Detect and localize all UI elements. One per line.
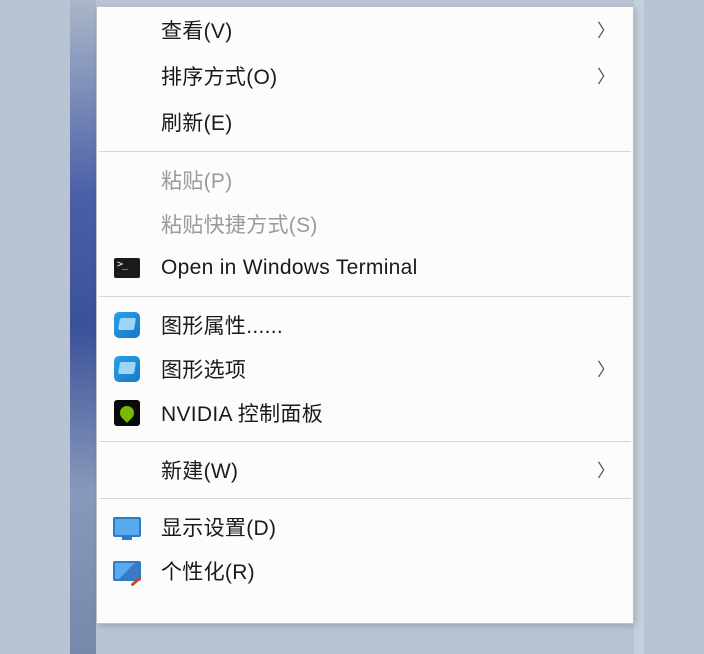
- nvidia-icon: [111, 399, 143, 427]
- menu-item-paste: 粘贴(P): [97, 158, 633, 202]
- empty-icon: [111, 456, 143, 484]
- menu-label: 图形属性......: [161, 310, 283, 340]
- intel-graphics-icon: [111, 355, 143, 383]
- chevron-right-icon: 〉: [597, 17, 615, 43]
- menu-item-personalize[interactable]: 个性化(R): [97, 549, 633, 593]
- empty-icon: [111, 16, 143, 44]
- menu-item-terminal[interactable]: Open in Windows Terminal: [97, 246, 633, 290]
- menu-label: 图形选项: [161, 354, 246, 384]
- menu-separator: [99, 151, 631, 152]
- empty-icon: [111, 62, 143, 90]
- chevron-right-icon: 〉: [597, 63, 615, 89]
- menu-separator: [99, 296, 631, 297]
- chevron-right-icon: 〉: [597, 457, 615, 483]
- desktop-background-right: [634, 0, 644, 654]
- menu-separator: [99, 441, 631, 442]
- menu-separator: [99, 498, 631, 499]
- menu-label: Open in Windows Terminal: [161, 256, 418, 280]
- menu-label: 粘贴(P): [161, 165, 233, 195]
- menu-item-graphics-properties[interactable]: 图形属性......: [97, 303, 633, 347]
- menu-item-sort[interactable]: 排序方式(O) 〉: [97, 53, 633, 99]
- empty-icon: [111, 210, 143, 238]
- menu-item-refresh[interactable]: 刷新(E): [97, 99, 633, 145]
- menu-item-graphics-options[interactable]: 图形选项 〉: [97, 347, 633, 391]
- terminal-icon: [111, 254, 143, 282]
- personalize-icon: [111, 557, 143, 585]
- menu-label: 排序方式(O): [161, 61, 277, 91]
- menu-label: 个性化(R): [161, 556, 255, 586]
- empty-icon: [111, 108, 143, 136]
- desktop-context-menu: 查看(V) 〉 排序方式(O) 〉 刷新(E) 粘贴(P) 粘贴快捷方式(S) …: [96, 6, 634, 624]
- menu-label: 刷新(E): [161, 107, 233, 137]
- menu-label: 新建(W): [161, 455, 238, 485]
- menu-item-new[interactable]: 新建(W) 〉: [97, 448, 633, 492]
- display-icon: [111, 513, 143, 541]
- menu-label: 查看(V): [161, 15, 233, 45]
- desktop-background-strip: [70, 0, 96, 654]
- menu-item-display-settings[interactable]: 显示设置(D): [97, 505, 633, 549]
- chevron-right-icon: 〉: [597, 356, 615, 382]
- menu-label: NVIDIA 控制面板: [161, 398, 323, 428]
- intel-graphics-icon: [111, 311, 143, 339]
- menu-item-view[interactable]: 查看(V) 〉: [97, 7, 633, 53]
- menu-item-paste-shortcut: 粘贴快捷方式(S): [97, 202, 633, 246]
- empty-icon: [111, 166, 143, 194]
- menu-label: 显示设置(D): [161, 512, 276, 542]
- menu-label: 粘贴快捷方式(S): [161, 209, 318, 239]
- menu-item-nvidia[interactable]: NVIDIA 控制面板: [97, 391, 633, 435]
